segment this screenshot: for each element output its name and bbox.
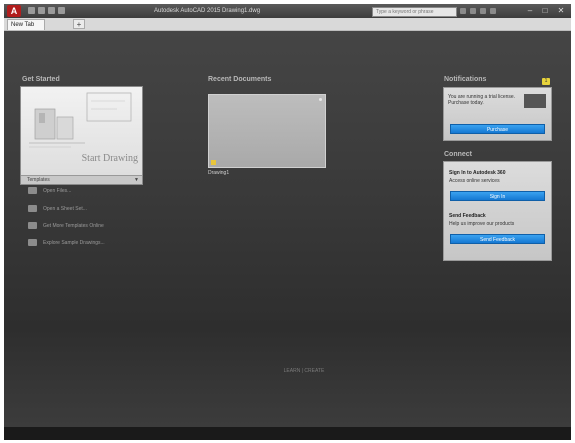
connect-panel: Sign In to Autodesk 360 Access online se…	[443, 161, 552, 261]
new-icon[interactable]	[28, 7, 35, 14]
undo-icon[interactable]	[58, 7, 65, 14]
purchase-button[interactable]: Purchase	[450, 124, 545, 134]
exchange-icon[interactable]	[480, 8, 486, 14]
send-feedback-text: Help us improve our products	[449, 221, 515, 227]
close-button[interactable]: ✕	[554, 5, 568, 16]
application-window: A Autodesk AutoCAD 2015 Drawing1.dwg Typ…	[4, 4, 571, 440]
template-icon	[28, 222, 37, 229]
tab-new-tab[interactable]: New Tab	[7, 19, 45, 30]
help-icon[interactable]	[490, 8, 496, 14]
file-tab-bar: New Tab +	[4, 18, 571, 31]
send-feedback-title: Send Feedback	[449, 213, 486, 219]
recent-document-thumbnail[interactable]	[208, 94, 326, 168]
explore-samples-label: Explore Sample Drawings...	[43, 240, 105, 246]
maximize-button[interactable]: □	[538, 5, 552, 16]
trial-message: You are running a trial license. Purchas…	[448, 94, 516, 106]
status-bar	[4, 427, 571, 440]
pin-icon[interactable]	[319, 98, 322, 101]
minimize-button[interactable]: –	[523, 5, 537, 16]
sample-drawing-icon	[28, 239, 37, 246]
start-page: Get Started Start Drawing Templates ▼ Op…	[4, 31, 571, 427]
dwg-file-icon	[211, 160, 216, 165]
chevron-down-icon: ▼	[134, 177, 139, 183]
window-title: Autodesk AutoCAD 2015 Drawing1.dwg	[154, 8, 261, 14]
open-files-label: Open Files...	[43, 188, 72, 194]
sign-in-title: Sign In to Autodesk 360	[449, 170, 506, 176]
trial-days-icon	[524, 94, 546, 108]
sign-in-text: Access online services	[449, 178, 500, 184]
search-input[interactable]: Type a keyword or phrase	[372, 7, 457, 17]
templates-dropdown[interactable]: Templates ▼	[21, 175, 142, 184]
search-icon[interactable]	[460, 8, 466, 14]
get-started-heading: Get Started	[22, 76, 60, 83]
recent-document-name[interactable]: Drawing1	[208, 170, 229, 176]
save-icon[interactable]	[48, 7, 55, 14]
application-menu-button[interactable]: A	[7, 5, 21, 17]
connect-heading: Connect	[444, 151, 472, 158]
notifications-panel: You are running a trial license. Purchas…	[443, 87, 552, 141]
templates-label: Templates	[27, 177, 50, 183]
sign-in-button[interactable]: Sign In	[450, 191, 545, 201]
notifications-heading: Notifications	[444, 76, 487, 83]
get-templates-label: Get More Templates Online	[43, 223, 104, 229]
notification-count-badge: 1	[542, 78, 550, 85]
learn-create-switcher[interactable]: LEARN | CREATE	[204, 368, 404, 374]
start-drawing-label: Start Drawing	[81, 153, 138, 164]
recent-documents-heading: Recent Documents	[208, 76, 272, 83]
folder-icon	[28, 187, 37, 194]
user-icon[interactable]	[470, 8, 476, 14]
open-icon[interactable]	[38, 7, 45, 14]
title-bar: A Autodesk AutoCAD 2015 Drawing1.dwg Typ…	[4, 4, 571, 18]
open-sheet-set-label: Open a Sheet Set...	[43, 206, 87, 212]
sheet-set-icon	[28, 205, 37, 212]
start-drawing-card[interactable]: Start Drawing Templates ▼	[20, 86, 143, 185]
send-feedback-button[interactable]: Send Feedback	[450, 234, 545, 244]
add-tab-button[interactable]: +	[73, 19, 85, 29]
